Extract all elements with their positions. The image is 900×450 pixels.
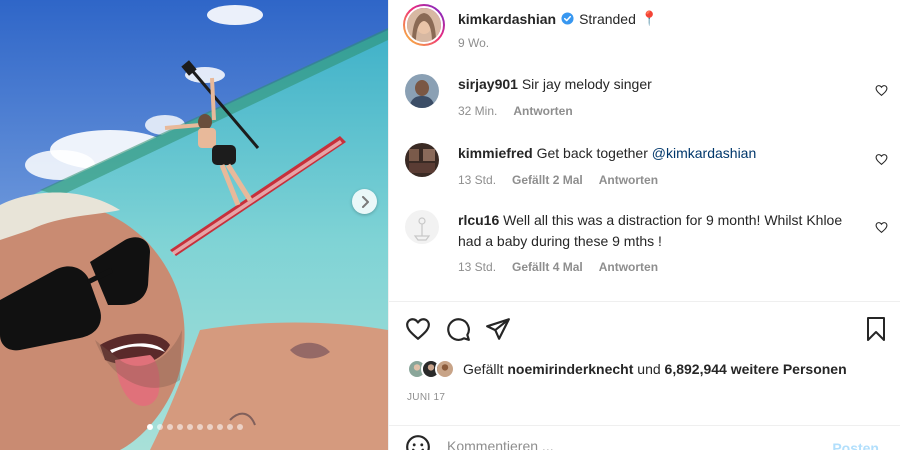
post-action-bar	[405, 316, 511, 342]
comment-time[interactable]: 13 Std.	[458, 260, 496, 274]
post-comment-button[interactable]: Posten	[832, 440, 879, 450]
commenter-username[interactable]: rlcu16	[458, 212, 499, 228]
caption-line: kimkardashian Stranded 📍	[458, 10, 658, 27]
comment-likes-count[interactable]: Gefällt 2 Mal	[512, 173, 583, 187]
section-divider	[389, 301, 900, 302]
author-username[interactable]: kimkardashian	[458, 11, 556, 27]
comment-body: sirjay901 Sir jay melody singer	[458, 74, 858, 95]
commenter-avatar[interactable]	[405, 74, 439, 108]
commenter-username[interactable]: kimmiefred	[458, 145, 533, 161]
bookmark-icon[interactable]	[864, 316, 888, 342]
comment-text: Sir jay melody singer	[521, 76, 652, 92]
reply-button[interactable]: Antworten	[599, 260, 658, 274]
carousel-dot	[177, 424, 183, 430]
comment-time[interactable]: 13 Std.	[458, 173, 496, 187]
commenter-avatar-image	[405, 210, 439, 244]
author-avatar[interactable]	[403, 4, 445, 46]
likes-others-count[interactable]: 6,892,944 weitere Personen	[665, 361, 847, 377]
comment-input[interactable]	[447, 438, 807, 450]
post-details-panel: kimkardashian Stranded 📍 9 Wo. sirjay901…	[388, 0, 900, 450]
chevron-right-icon	[361, 195, 369, 208]
carousel-dot	[217, 424, 223, 430]
commenter-username[interactable]: sirjay901	[458, 76, 518, 92]
comment-icon[interactable]	[445, 316, 471, 342]
commenter-avatar-image	[405, 74, 439, 108]
carousel-dot	[207, 424, 213, 430]
comment-like-heart-icon[interactable]	[875, 153, 888, 166]
comment-body: rlcu16 Well all this was a distraction f…	[458, 210, 858, 252]
post-photo[interactable]	[0, 0, 388, 450]
comment-meta: 13 Std. Gefällt 2 Mal Antworten	[458, 173, 658, 187]
carousel-dot	[167, 424, 173, 430]
carousel-dot	[187, 424, 193, 430]
heart-icon[interactable]	[405, 316, 431, 342]
comment-composer: Posten	[389, 425, 900, 450]
carousel-dot	[237, 424, 243, 430]
pin-emoji: 📍	[640, 10, 659, 26]
share-icon[interactable]	[485, 316, 511, 342]
mention-link[interactable]: @kimkardashian	[652, 145, 756, 161]
comment-likes-count[interactable]: Gefällt 4 Mal	[512, 260, 583, 274]
liker-avatars	[407, 359, 455, 379]
carousel-dot	[147, 424, 153, 430]
post-date[interactable]: JUNI 17	[407, 392, 445, 403]
comment-body: kimmiefred Get back together @kimkardash…	[458, 143, 858, 164]
reply-button[interactable]: Antworten	[599, 173, 658, 187]
commenter-avatar-image	[405, 143, 439, 177]
caption-time[interactable]: 9 Wo.	[458, 36, 489, 50]
reply-button[interactable]: Antworten	[513, 104, 572, 118]
comment-meta: 32 Min. Antworten	[458, 104, 573, 118]
verified-badge-icon	[561, 12, 574, 25]
likes-joiner: und	[637, 361, 661, 377]
caption-text: Stranded	[579, 10, 636, 27]
carousel-dot	[197, 424, 203, 430]
liker-username[interactable]: noemirinderknecht	[507, 361, 633, 377]
liker-avatar[interactable]	[435, 359, 455, 379]
carousel-next-button[interactable]	[352, 189, 377, 214]
likes-prefix: Gefällt	[463, 361, 504, 377]
comment-text: Get back together	[536, 145, 652, 161]
author-avatar-image	[407, 8, 441, 42]
likes-summary: Gefällt noemirinderknecht und 6,892,944 …	[407, 359, 847, 379]
carousel-dot	[157, 424, 163, 430]
comment-like-heart-icon[interactable]	[875, 84, 888, 97]
beach-selfie-image	[0, 0, 388, 450]
comment-meta: 13 Std. Gefällt 4 Mal Antworten	[458, 260, 658, 274]
commenter-avatar[interactable]	[405, 143, 439, 177]
carousel-indicator	[147, 424, 243, 430]
comment-text: Well all this was a distraction for 9 mo…	[458, 212, 843, 249]
comment-like-heart-icon[interactable]	[875, 221, 888, 234]
emoji-icon[interactable]	[405, 434, 431, 450]
commenter-avatar[interactable]	[405, 210, 439, 244]
comment-time[interactable]: 32 Min.	[458, 104, 497, 118]
carousel-dot	[227, 424, 233, 430]
